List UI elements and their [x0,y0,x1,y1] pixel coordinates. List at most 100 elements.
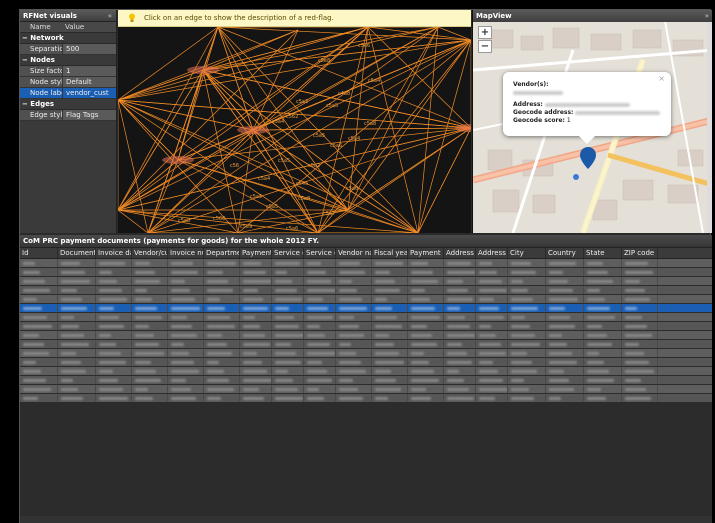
table-cell-redacted [408,367,444,375]
table-cell-redacted [20,322,58,330]
table-cell-redacted [132,322,168,330]
properties-list: − NetworkSeparation500− NodesSize factor… [20,33,116,121]
table-cell-redacted [168,268,204,276]
table-row[interactable] [20,313,712,322]
property-row[interactable]: Node styleDefault [20,77,116,88]
table-cell-redacted [168,331,204,339]
map-scrollbar[interactable] [707,22,712,233]
network-graph-panel[interactable]: Click on an edge to show the description… [118,10,471,233]
edge-label: c5a4 [258,176,270,182]
table-cell-redacted [444,268,476,276]
table-row[interactable] [20,385,712,394]
table-row[interactable] [20,259,712,268]
column-header[interactable]: Fiscal year [372,248,408,258]
table-row[interactable] [20,286,712,295]
column-header[interactable]: City [508,248,546,258]
table-row[interactable] [20,358,712,367]
column-header[interactable]: Vendor/cur [132,248,168,258]
column-header[interactable]: ZIP code [622,248,658,258]
table-cell-redacted [336,376,372,384]
table-row[interactable] [20,295,712,304]
table-cell-redacted [372,286,408,294]
table-row[interactable] [20,322,712,331]
edge-label: c5e9 [240,224,252,230]
column-header[interactable]: Invoice dat [96,248,132,258]
table-cell-redacted [622,259,658,267]
column-header[interactable]: Vendor nar [336,248,372,258]
property-row[interactable]: Edge styleFlag Tags [20,110,116,121]
table-row[interactable] [20,268,712,277]
property-value[interactable]: vendor_cust [62,88,116,98]
property-group-header[interactable]: − Edges [20,99,116,110]
network-graph-canvas[interactable]: c5e6c5e8c5a4c4a8c5a2c5a5c5a8c5a4c562c5a5… [118,10,471,233]
column-header[interactable]: Id [20,248,58,258]
expand-right-icon[interactable]: » [705,10,709,22]
table-row[interactable] [20,376,712,385]
column-header[interactable]: Invoice nui [168,248,204,258]
table-cell-redacted [168,259,204,267]
zoom-out-button[interactable]: − [478,40,492,53]
table-horizontal-scrollbar[interactable] [20,516,712,523]
zoom-in-button[interactable]: + [478,26,492,39]
property-value[interactable]: 1 [62,66,116,76]
table-cell-redacted [96,313,132,321]
column-header[interactable]: Document [58,248,96,258]
table-cell-redacted [58,295,96,303]
table-cell-redacted [204,277,240,285]
table-cell-redacted [20,349,58,357]
table-cell-redacted [546,286,584,294]
table-row[interactable] [20,277,712,286]
table-cell-redacted [444,313,476,321]
table-cell-redacted [96,349,132,357]
column-header[interactable]: Address li [476,248,508,258]
property-value[interactable]: Default [62,77,116,87]
column-value[interactable]: Value [62,22,84,32]
table-row[interactable] [20,349,712,358]
table-cell-redacted [272,277,304,285]
column-header[interactable]: Payment a [240,248,272,258]
edge-label: c5a5 [313,133,325,139]
table-cell-redacted [304,385,336,393]
table-row[interactable] [20,304,712,313]
property-value[interactable]: 500 [62,44,116,54]
table-cell-redacted [584,277,622,285]
property-row[interactable]: Size factor1 [20,66,116,77]
table-cell-redacted [240,286,272,294]
table-cell-redacted [372,358,408,366]
property-row[interactable]: Node labelvendor_cust [20,88,116,99]
table-cell-redacted [508,268,546,276]
table-cell-redacted [408,376,444,384]
lightbulb-icon [129,13,135,22]
table-row[interactable] [20,331,712,340]
table-cell-redacted [272,322,304,330]
table-cell-redacted [584,376,622,384]
map-view-panel[interactable]: MapView » + − × Vendor(s): Address: Geoc… [472,10,712,233]
graph-edge [317,26,439,233]
edge-label: c568 [213,216,225,222]
graph-edge [118,26,219,211]
column-header[interactable]: Departmen [204,248,240,258]
column-header[interactable]: State [584,248,622,258]
table-cell-redacted [132,385,168,393]
property-group-header[interactable]: − Network [20,33,116,44]
close-popup-icon[interactable]: × [658,74,665,83]
table-cell-redacted [96,259,132,267]
collapse-left-icon[interactable]: « [108,10,112,22]
property-row[interactable]: Separation500 [20,44,116,55]
property-group-header[interactable]: − Nodes [20,55,116,66]
table-cell-redacted [408,349,444,357]
table-row[interactable] [20,340,712,349]
column-header[interactable]: Service di [304,248,336,258]
property-value[interactable]: Flag Tags [62,110,116,120]
column-header[interactable]: Payment d [408,248,444,258]
column-header[interactable]: Service di [272,248,304,258]
column-header[interactable]: Country [546,248,584,258]
column-header[interactable]: Address li [444,248,476,258]
table-row[interactable] [20,394,712,403]
table-row[interactable] [20,367,712,376]
edge-label: c5a4 [272,119,284,125]
column-name[interactable]: Name [20,22,62,32]
table-cell-redacted [622,376,658,384]
table-cell-redacted [584,331,622,339]
table-cell-redacted [372,304,408,312]
